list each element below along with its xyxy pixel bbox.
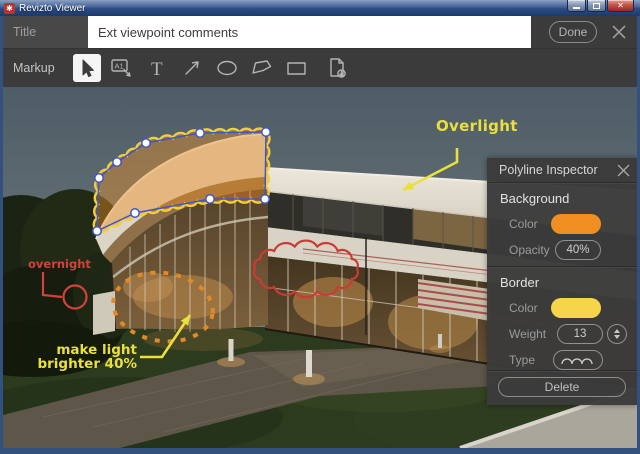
- tool-text[interactable]: T: [143, 54, 171, 82]
- cloud-vertex-handle-2[interactable]: [113, 158, 121, 166]
- panel-close-icon: [616, 163, 631, 178]
- cloud-vertex-handle-1[interactable]: [95, 174, 103, 182]
- annotation-cloud-fill[interactable]: [94, 129, 270, 233]
- polyline-inspector-panel: Polyline Inspector Background Color Opac…: [487, 158, 637, 405]
- svg-text:T: T: [151, 59, 163, 80]
- annotation-dotted-ellipse[interactable]: [109, 266, 217, 347]
- weight-stepper[interactable]: [607, 324, 627, 344]
- viewpoint-title-input[interactable]: [88, 16, 531, 48]
- annotation-red-cloud[interactable]: [254, 241, 358, 298]
- ellipse-tool-icon: [215, 57, 239, 79]
- title-field-label: Title: [3, 16, 88, 48]
- close-markup-icon: [610, 23, 628, 41]
- background-opacity-value[interactable]: 40%: [555, 240, 601, 260]
- arrow-tool-icon: [181, 57, 203, 79]
- tool-callout[interactable]: A1: [108, 54, 136, 82]
- maximize-icon: [593, 3, 600, 9]
- border-color-label: Color: [509, 301, 551, 315]
- tool-ellipse[interactable]: [213, 54, 241, 82]
- background-opacity-label: Opacity: [509, 243, 555, 257]
- revizto-viewer-window: ✱ Revizto Viewer ✕ Title Done Markup: [0, 0, 640, 454]
- viewpoint-header: Title Done: [3, 16, 637, 48]
- minimize-icon: [573, 7, 580, 9]
- panel-title: Polyline Inspector: [499, 163, 609, 177]
- done-button[interactable]: Done: [549, 21, 597, 43]
- export-page-icon: [326, 56, 350, 80]
- viewpoint-canvas[interactable]: Overlight overnight make light brighter …: [3, 87, 637, 448]
- revizto-logo-icon: ✱: [4, 3, 15, 14]
- background-section-heading: Background: [500, 191, 637, 206]
- window-title: Revizto Viewer: [19, 3, 86, 14]
- annotation-overnight-line[interactable]: [43, 272, 62, 297]
- close-window-button[interactable]: ✕: [607, 0, 634, 12]
- cloud-vertex-handle-3[interactable]: [142, 139, 150, 147]
- svg-text:A1: A1: [114, 61, 123, 70]
- annotation-overlight-arrow[interactable]: [403, 148, 457, 190]
- border-color-swatch[interactable]: [551, 298, 601, 318]
- border-section-heading: Border: [500, 275, 637, 290]
- stepper-up-icon[interactable]: [614, 329, 620, 333]
- tool-select[interactable]: [73, 54, 101, 82]
- border-type-label: Type: [509, 353, 553, 367]
- tool-cloud[interactable]: [248, 54, 276, 82]
- annotation-make-light-line2[interactable]: brighter 40%: [37, 356, 137, 372]
- tool-export-page[interactable]: [324, 54, 352, 82]
- cloud-vertex-handle-0[interactable]: [93, 227, 101, 235]
- close-icon: ✕: [617, 1, 624, 11]
- rectangle-tool-icon: [285, 57, 309, 79]
- annotation-overnight-label[interactable]: overnight: [28, 257, 91, 271]
- delete-button[interactable]: Delete: [498, 377, 626, 397]
- panel-close-button[interactable]: [609, 158, 637, 182]
- cloud-tool-icon: [250, 57, 274, 79]
- border-weight-label: Weight: [509, 327, 557, 341]
- cloud-vertex-handle-8[interactable]: [131, 209, 139, 217]
- tool-arrow[interactable]: [178, 54, 206, 82]
- os-titlebar: ✱ Revizto Viewer ✕: [0, 0, 640, 16]
- close-markup-button[interactable]: [609, 22, 629, 42]
- cloud-vertex-handle-5[interactable]: [262, 128, 270, 136]
- callout-icon: A1: [110, 57, 134, 80]
- background-color-label: Color: [509, 217, 551, 231]
- text-tool-icon: T: [146, 57, 168, 80]
- cursor-icon: [76, 57, 98, 79]
- border-type-selector[interactable]: [553, 350, 603, 370]
- annotation-overlight-label[interactable]: Overlight: [436, 117, 518, 135]
- annotation-overnight-circle[interactable]: [64, 286, 87, 309]
- cloud-vertex-handle-7[interactable]: [206, 195, 214, 203]
- markup-toolbar: Markup A1 T: [3, 48, 637, 87]
- markup-toolbar-label: Markup: [13, 61, 55, 75]
- border-weight-value[interactable]: 13: [557, 324, 603, 344]
- cloud-vertex-handle-6[interactable]: [261, 195, 269, 203]
- minimize-button[interactable]: [567, 0, 586, 12]
- tool-rectangle[interactable]: [283, 54, 311, 82]
- background-color-swatch[interactable]: [551, 214, 601, 234]
- maximize-button[interactable]: [587, 0, 606, 12]
- cloud-vertex-handle-4[interactable]: [196, 129, 204, 137]
- cloud-line-type-icon: [560, 353, 596, 368]
- stepper-down-icon[interactable]: [614, 335, 620, 339]
